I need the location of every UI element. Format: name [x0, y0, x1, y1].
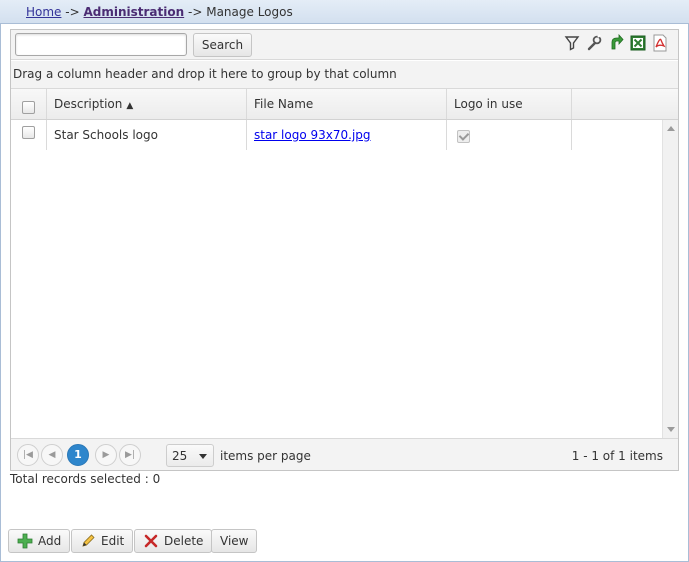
grid-content: Star Schools logo star logo 93x70.jpg	[11, 120, 662, 438]
group-by-hint[interactable]: Drag a column header and drop it here to…	[11, 61, 678, 89]
header-scroll-pad	[662, 89, 678, 120]
cell-description: Star Schools logo	[47, 120, 247, 150]
delete-button[interactable]: Delete	[134, 529, 213, 553]
logo-in-use-checkbox	[457, 130, 470, 143]
row-select-checkbox[interactable]	[22, 126, 35, 139]
scroll-down-icon[interactable]	[667, 427, 675, 432]
grid-pager: |◀ ◀ 1 ▶ ▶| 25 items per page 1 - 1 of 1…	[11, 438, 678, 470]
grid-header-row: Description ▲ File Name Logo in use	[11, 89, 662, 120]
filter-icon[interactable]	[564, 34, 580, 52]
breadcrumb-separator: ->	[65, 5, 80, 19]
breadcrumb-separator: ->	[188, 5, 203, 19]
edit-button[interactable]: Edit	[71, 529, 134, 553]
pencil-icon	[82, 534, 95, 547]
header-select-all-cell	[11, 89, 47, 119]
row-select-cell	[11, 120, 47, 150]
cell-logo-in-use	[447, 120, 572, 150]
plus-icon	[17, 533, 33, 549]
sort-ascending-icon: ▲	[126, 101, 134, 111]
column-label: File Name	[254, 97, 314, 111]
wrench-icon[interactable]	[586, 34, 602, 52]
grid-toolbar: Search	[11, 30, 678, 60]
page-size-dropdown[interactable]: 25	[166, 444, 214, 467]
column-header-logo-in-use[interactable]: Logo in use	[447, 89, 572, 119]
column-label: Logo in use	[454, 97, 523, 111]
scroll-up-icon[interactable]	[667, 126, 675, 131]
delete-x-icon	[144, 534, 158, 548]
refresh-icon[interactable]	[608, 33, 624, 52]
pdf-export-icon[interactable]	[652, 34, 668, 52]
pager-info: 1 - 1 of 1 items	[571, 449, 663, 463]
view-button-label: View	[220, 534, 249, 548]
column-header-empty	[572, 89, 662, 119]
view-button[interactable]: View	[211, 529, 258, 553]
excel-export-icon[interactable]	[630, 34, 646, 52]
search-input[interactable]	[15, 33, 187, 56]
cell-empty	[572, 120, 662, 150]
search-button[interactable]: Search	[193, 33, 252, 57]
add-button[interactable]: Add	[8, 529, 71, 553]
breadcrumb-home-link[interactable]: Home	[26, 5, 61, 19]
breadcrumb-administration-link[interactable]: Administration	[83, 5, 184, 19]
total-selected-label: Total records selected : 0	[10, 472, 161, 486]
page-number-button[interactable]: 1	[67, 444, 89, 466]
column-header-file-name[interactable]: File Name	[247, 89, 447, 119]
breadcrumb-current: Manage Logos	[206, 5, 293, 19]
logos-grid: Search Drag a column header and drop it …	[10, 29, 679, 471]
add-button-label: Add	[38, 534, 62, 548]
chevron-down-icon	[199, 454, 207, 459]
last-page-icon[interactable]: ▶|	[119, 444, 141, 466]
column-header-description[interactable]: Description ▲	[47, 89, 247, 119]
delete-button-label: Delete	[164, 534, 204, 548]
first-page-icon[interactable]: |◀	[17, 444, 39, 466]
vertical-scrollbar[interactable]	[662, 120, 678, 438]
page-size-value: 25	[172, 449, 188, 463]
items-per-page-label: items per page	[220, 449, 311, 463]
edit-button-label: Edit	[101, 534, 125, 548]
previous-page-icon[interactable]: ◀	[41, 444, 63, 466]
table-row[interactable]: Star Schools logo star logo 93x70.jpg	[11, 120, 662, 150]
column-label: Description	[54, 97, 123, 111]
toolbar-icons	[564, 33, 668, 54]
select-all-checkbox[interactable]	[22, 101, 35, 114]
cell-file-name: star logo 93x70.jpg	[247, 120, 447, 150]
next-page-icon[interactable]: ▶	[95, 444, 117, 466]
breadcrumb: Home -> Administration -> Manage Logos	[0, 0, 689, 24]
file-name-link[interactable]: star logo 93x70.jpg	[254, 128, 371, 142]
